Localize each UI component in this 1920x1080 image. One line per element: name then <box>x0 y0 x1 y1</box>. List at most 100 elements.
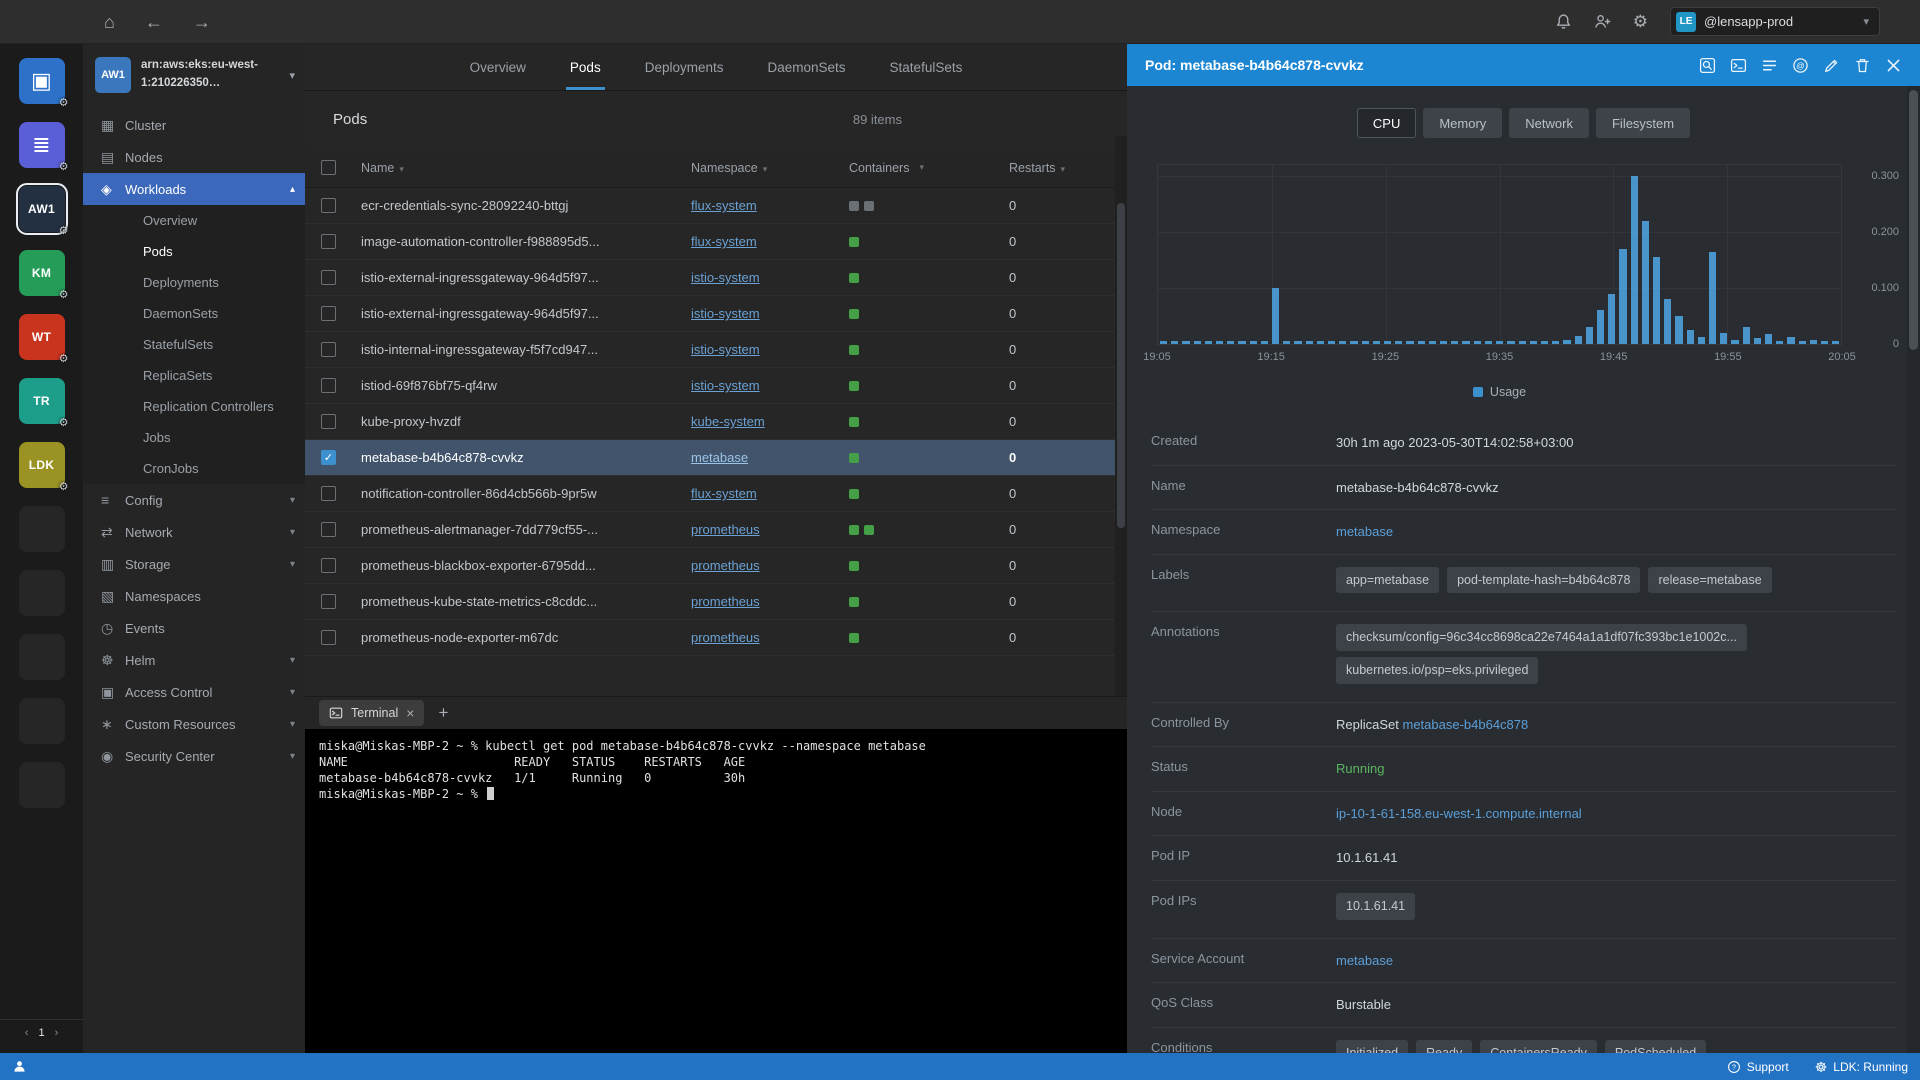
table-row[interactable]: prometheus-blackbox-exporter-6795dd... pr… <box>305 548 1127 584</box>
namespace-link[interactable]: prometheus <box>691 630 760 645</box>
row-checkbox[interactable] <box>321 270 336 285</box>
account-dropdown[interactable]: LE @lensapp-prod ▾ <box>1670 7 1880 36</box>
sidebar-item-events[interactable]: ◷ Events <box>83 612 305 644</box>
sidebar-item-storage[interactable]: ▥ Storage ▾ <box>83 548 305 580</box>
row-checkbox[interactable] <box>321 630 336 645</box>
tab-statefulsets[interactable]: StatefulSets <box>890 44 963 90</box>
sidebar-item-custom-resources[interactable]: ∗ Custom Resources ▾ <box>83 708 305 740</box>
edit-icon[interactable] <box>1822 56 1840 74</box>
hotbar-item-tr[interactable]: TR ⚙ <box>18 378 69 429</box>
detail-link[interactable]: metabase-b4b64c878 <box>1402 717 1528 732</box>
table-row[interactable]: prometheus-alertmanager-7dd779cf55-... pr… <box>305 512 1127 548</box>
namespace-link[interactable]: metabase <box>691 450 748 465</box>
table-row[interactable]: prometheus-node-exporter-m67dc prometheus… <box>305 620 1127 656</box>
table-row[interactable]: notification-controller-86d4cb566b-9pr5w… <box>305 476 1127 512</box>
gear-icon[interactable]: ⚙ <box>59 96 69 109</box>
detail-link[interactable]: ip-10-1-61-158.eu-west-1.compute.interna… <box>1336 806 1582 821</box>
hotbar-item-lens-catalog[interactable]: ▣ ⚙ <box>18 58 69 109</box>
terminal-output[interactable]: miska@Miskas-MBP-2 ~ % kubectl get pod m… <box>305 729 1127 1053</box>
metric-tab-network[interactable]: Network <box>1509 108 1589 138</box>
row-checkbox[interactable] <box>321 558 336 573</box>
shell-icon[interactable] <box>1729 56 1747 74</box>
row-checkbox[interactable] <box>321 306 336 321</box>
support-button[interactable]: ? Support <box>1727 1060 1789 1074</box>
gear-icon[interactable]: ⚙ <box>59 352 69 365</box>
hotbar-prev-icon[interactable]: ‹ <box>25 1027 29 1039</box>
sidebar-item-workloads[interactable]: ◈ Workloads ▴ <box>83 173 305 205</box>
table-row[interactable]: prometheus-kube-state-metrics-c8cddc... p… <box>305 584 1127 620</box>
chart-legend[interactable]: Usage <box>1157 385 1842 399</box>
sidebar-subitem-replication-controllers[interactable]: Replication Controllers <box>83 391 305 422</box>
table-scrollbar-thumb[interactable] <box>1117 203 1125 528</box>
hotbar-item-km[interactable]: KM ⚙ <box>18 250 69 301</box>
hotbar-item-aw1[interactable]: AW1 ⚙ <box>15 183 69 237</box>
close-icon[interactable] <box>1884 56 1902 74</box>
sidebar-item-network[interactable]: ⇄ Network ▾ <box>83 516 305 548</box>
tab-daemonsets[interactable]: DaemonSets <box>768 44 846 90</box>
namespace-link[interactable]: flux-system <box>691 486 757 501</box>
notifications-bell-icon[interactable] <box>1555 13 1572 30</box>
table-row[interactable]: istiod-69f876bf75-qf4rw istio-system 0 <box>305 368 1127 404</box>
drawer-scrollbar[interactable] <box>1907 86 1920 1053</box>
select-all-checkbox[interactable] <box>321 160 336 175</box>
hotbar-next-icon[interactable]: › <box>55 1027 59 1039</box>
column-header-namespace[interactable]: Namespace ▾ <box>691 161 849 175</box>
table-row[interactable]: ecr-credentials-sync-28092240-bttgj flux-… <box>305 188 1127 224</box>
sidebar-item-cluster[interactable]: ▦ Cluster <box>83 109 305 141</box>
column-header-containers[interactable]: Containers ▾ <box>849 161 1009 175</box>
sidebar-item-nodes[interactable]: ▤ Nodes <box>83 141 305 173</box>
sidebar-item-helm[interactable]: ☸ Helm ▾ <box>83 644 305 676</box>
sidebar-subitem-cronjobs[interactable]: CronJobs <box>83 453 305 484</box>
cluster-status-indicator[interactable]: ☸ LDK: Running <box>1815 1060 1908 1074</box>
row-checkbox[interactable] <box>321 594 336 609</box>
hotbar-item-ldk[interactable]: LDK ⚙ <box>18 442 69 493</box>
drawer-scrollbar-thumb[interactable] <box>1909 90 1918 350</box>
terminal-tab[interactable]: Terminal × <box>319 700 425 726</box>
delete-icon[interactable] <box>1853 56 1871 74</box>
table-scrollbar[interactable] <box>1115 136 1127 696</box>
column-header-restarts[interactable]: Restarts ▾ <box>1009 161 1127 175</box>
table-row[interactable]: ✓ metabase-b4b64c878-cvvkz metabase 0 <box>305 440 1127 476</box>
add-user-icon[interactable] <box>1594 13 1611 30</box>
namespace-link[interactable]: prometheus <box>691 558 760 573</box>
forward-icon[interactable]: → <box>193 13 211 31</box>
namespace-link[interactable]: prometheus <box>691 522 760 537</box>
namespace-link[interactable]: flux-system <box>691 234 757 249</box>
sidebar-subitem-deployments[interactable]: Deployments <box>83 267 305 298</box>
table-row[interactable]: istio-external-ingressgateway-964d5f97..… <box>305 296 1127 332</box>
row-checkbox[interactable] <box>321 414 336 429</box>
namespace-link[interactable]: istio-system <box>691 270 760 285</box>
sidebar-item-config[interactable]: ≡ Config ▾ <box>83 484 305 516</box>
sidebar-subitem-statefulsets[interactable]: StatefulSets <box>83 329 305 360</box>
namespace-link[interactable]: istio-system <box>691 378 760 393</box>
detail-link[interactable]: metabase <box>1336 953 1393 968</box>
statusbar-user-icon[interactable] <box>12 1059 27 1074</box>
row-checkbox[interactable] <box>321 234 336 249</box>
sidebar-item-access-control[interactable]: ▣ Access Control ▾ <box>83 676 305 708</box>
table-row[interactable]: image-automation-controller-f988895d5...… <box>305 224 1127 260</box>
gear-icon[interactable]: ⚙ <box>59 416 69 429</box>
new-terminal-button[interactable]: + <box>438 703 448 723</box>
sidebar-subitem-overview[interactable]: Overview <box>83 205 305 236</box>
metric-tab-filesystem[interactable]: Filesystem <box>1595 108 1691 138</box>
column-header-name[interactable]: Name ▾ <box>361 161 691 175</box>
namespace-link[interactable]: kube-system <box>691 414 765 429</box>
attach-icon[interactable]: @ <box>1791 56 1809 74</box>
row-checkbox[interactable] <box>321 522 336 537</box>
row-checkbox[interactable] <box>321 378 336 393</box>
hotbar-item-catalog-list[interactable]: ≣ ⚙ <box>18 122 69 173</box>
tab-pods[interactable]: Pods <box>565 44 605 90</box>
table-row[interactable]: istio-internal-ingressgateway-f5f7cd947.… <box>305 332 1127 368</box>
cluster-switcher[interactable]: AW1 arn:aws:eks:eu-west-1:210226350… ▾ <box>83 44 305 105</box>
detail-link[interactable]: metabase <box>1336 524 1393 539</box>
metric-tab-memory[interactable]: Memory <box>1423 108 1503 138</box>
close-icon[interactable]: × <box>406 705 414 721</box>
sidebar-subitem-jobs[interactable]: Jobs <box>83 422 305 453</box>
sidebar-item-namespaces[interactable]: ▧ Namespaces <box>83 580 305 612</box>
tab-deployments[interactable]: Deployments <box>645 44 724 90</box>
metric-tab-cpu[interactable]: CPU <box>1356 108 1417 138</box>
gear-icon[interactable]: ⚙ <box>59 160 69 173</box>
gear-icon[interactable]: ⚙ <box>59 480 69 493</box>
gear-icon[interactable]: ⚙ <box>59 288 69 301</box>
hotbar-item-wt[interactable]: WT ⚙ <box>18 314 69 365</box>
